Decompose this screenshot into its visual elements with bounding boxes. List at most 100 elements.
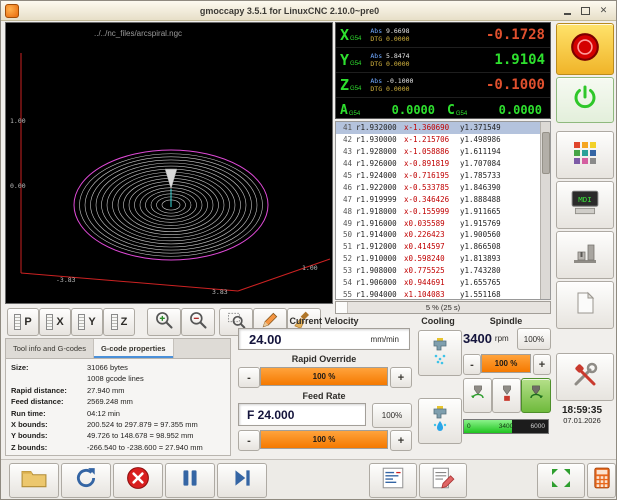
flood-button[interactable] xyxy=(418,398,462,444)
feed-minus-button[interactable]: - xyxy=(238,430,260,451)
preview-canvas[interactable]: ../../nc_files/arcspiral.ngc 1.00 0.00 -… xyxy=(6,23,332,303)
gcode-line[interactable]: 45r1.924000x-0.716195y1.785733 xyxy=(336,170,541,182)
spindle-minus-button[interactable]: - xyxy=(463,354,481,375)
spindle-override-bar[interactable]: 100 % xyxy=(481,354,531,373)
stop-button[interactable] xyxy=(113,463,163,498)
gcode-line[interactable]: 51r1.912000x0.414597y1.866508 xyxy=(336,241,541,253)
gcode-line[interactable]: 44r1.926000x-0.891819y1.707084 xyxy=(336,158,541,170)
view-p-label: P xyxy=(24,316,31,328)
dtg-value: 0.0000 xyxy=(386,35,409,43)
apps-grid-icon xyxy=(572,140,598,171)
ruler-icon xyxy=(46,314,53,330)
scrollbar-thumb[interactable] xyxy=(542,132,550,174)
ruler-icon xyxy=(78,314,85,330)
dro-coord-system: G54 xyxy=(349,111,360,117)
rapid-plus-button[interactable]: + xyxy=(390,367,412,388)
view-p-button[interactable]: P xyxy=(7,308,39,336)
mist-button[interactable] xyxy=(418,330,462,376)
reload-file-button[interactable] xyxy=(61,463,111,498)
rapid-minus-button[interactable]: - xyxy=(238,367,260,388)
tab-tool-info[interactable]: Tool info and G-codes xyxy=(6,339,94,358)
clock-time: 18:59:35 xyxy=(550,405,614,416)
mdi-icon: MDI xyxy=(569,189,601,222)
mdi-button[interactable]: MDI xyxy=(556,181,614,229)
view-z-button[interactable]: Z xyxy=(103,308,135,336)
step-button[interactable] xyxy=(217,463,267,498)
view-y-label: Y xyxy=(88,316,95,328)
dro-row-y[interactable]: Y G54 Abs 5.8474 DTG 0.0000 1.9104 xyxy=(336,48,550,73)
property-row: Size:31066 bytes xyxy=(11,362,225,373)
gcode-line[interactable]: 42r1.930000x-1.215706y1.498986 xyxy=(336,134,541,146)
gcode-line[interactable]: 53r1.908000x0.775525y1.743280 xyxy=(336,265,541,277)
open-file-button[interactable] xyxy=(9,463,59,498)
spindle-cw-button[interactable] xyxy=(521,378,551,413)
keypad-button[interactable] xyxy=(587,463,616,498)
abs-value: 9.6698 xyxy=(386,27,409,35)
feed-reset-button[interactable]: 100% xyxy=(372,403,412,428)
gcode-line[interactable]: 43r1.928000x-1.058886y1.611194 xyxy=(336,146,541,158)
maximize-button[interactable] xyxy=(578,4,593,17)
gcode-line[interactable]: 52r1.910000x0.598240y1.813893 xyxy=(336,253,541,265)
optional-blocks-button[interactable] xyxy=(369,463,417,498)
feed-plus-button[interactable]: + xyxy=(390,430,412,451)
gcode-properties-list: Size:31066 bytes 1008 gcode lines Rapid … xyxy=(6,359,230,456)
dro-row-ac[interactable]: A G54 0.0000 C G54 0.0000 xyxy=(336,98,550,123)
gcode-line[interactable]: 49r1.916000x0.035589y1.915769 xyxy=(336,217,541,229)
gcode-scrollbar[interactable] xyxy=(540,122,550,299)
file-page-button[interactable] xyxy=(556,281,614,329)
tab-gcode-properties[interactable]: G-code properties xyxy=(94,339,174,358)
feed-override-bar[interactable]: 100 % xyxy=(260,430,388,449)
settings-tools-button[interactable] xyxy=(556,353,614,401)
spindle-plus-button[interactable]: + xyxy=(533,354,551,375)
property-row: 1008 gcode lines xyxy=(11,373,225,384)
gcode-line[interactable]: 54r1.906000x0.944691y1.655765 xyxy=(336,277,541,289)
clock: 18:59:35 07.01.2026 xyxy=(550,405,614,425)
velocity-header: Current Velocity xyxy=(234,316,414,326)
gcode-line[interactable]: 41r1.932000x-1.360690y1.371549 xyxy=(336,122,541,134)
abs-value: 5.8474 xyxy=(386,52,409,60)
bottom-toolbar xyxy=(1,459,616,500)
power-button[interactable] xyxy=(556,77,614,123)
fullscreen-button[interactable] xyxy=(537,463,585,498)
feed-rate-header: Feed Rate xyxy=(234,391,414,401)
gcode-blocks-icon xyxy=(380,466,406,495)
zoom-in-button[interactable] xyxy=(147,308,181,336)
property-row: Rapid distance:27.940 mm xyxy=(11,385,225,396)
preview-panel[interactable]: ../../nc_files/arcspiral.ngc 1.00 0.00 -… xyxy=(5,22,333,304)
dtg-label: DTG xyxy=(370,85,382,93)
info-panel: Tool info and G-codes G-code properties … xyxy=(5,338,231,456)
flood-icon xyxy=(427,404,453,439)
dro-row-z[interactable]: Z G54 Abs -0.1000 DTG 0.0000 -0.1000 xyxy=(336,73,550,98)
abs-value: -0.1000 xyxy=(386,77,413,85)
property-row: X bounds:200.524 to 297.879 = 97.355 mm xyxy=(11,419,225,430)
abs-label: Abs xyxy=(370,27,382,35)
spindle-reset-button[interactable]: 100% xyxy=(517,328,551,350)
close-button[interactable]: ✕ xyxy=(596,4,611,17)
gcode-line[interactable]: 47r1.919999x-0.346426y1.888488 xyxy=(336,193,541,205)
zoom-out-button[interactable] xyxy=(181,308,215,336)
gcode-line[interactable]: 48r1.918000x-0.155999y1.911665 xyxy=(336,205,541,217)
minimize-button[interactable] xyxy=(560,4,575,17)
close-icon: ✕ xyxy=(600,5,608,16)
info-tabbar: Tool info and G-codes G-code properties xyxy=(6,339,230,359)
pause-button[interactable] xyxy=(165,463,215,498)
gcode-line[interactable]: 50r1.914000x0.226423y1.900560 xyxy=(336,229,541,241)
machine-button[interactable] xyxy=(556,231,614,279)
estop-button[interactable] xyxy=(556,23,614,75)
dtg-value: 0.0000 xyxy=(386,85,409,93)
spindle-stop-button[interactable] xyxy=(492,378,521,413)
spindle-speed-slider[interactable]: 0 3400 6000 xyxy=(463,419,549,434)
run-from-line-button[interactable] xyxy=(419,463,467,498)
spindle-ccw-button[interactable] xyxy=(463,378,492,413)
estop-icon xyxy=(569,31,601,68)
slider-max-label: 6000 xyxy=(531,423,545,430)
gcode-line[interactable]: 46r1.922000x-0.533785y1.846390 xyxy=(336,181,541,193)
dro-row-x[interactable]: X G54 Abs 9.6698 DTG 0.0000 -0.1728 xyxy=(336,23,550,48)
gcode-list[interactable]: 41r1.932000x-1.360690y1.37154942r1.93000… xyxy=(336,122,541,299)
gcode-line[interactable]: 55r1.904000x1.104083y1.551168 xyxy=(336,288,541,300)
view-y-button[interactable]: Y xyxy=(71,308,103,336)
dro-axis-letter: C xyxy=(447,103,455,118)
macro-apps-button[interactable] xyxy=(556,131,614,179)
view-x-button[interactable]: X xyxy=(39,308,71,336)
rapid-override-bar[interactable]: 100 % xyxy=(260,367,388,386)
